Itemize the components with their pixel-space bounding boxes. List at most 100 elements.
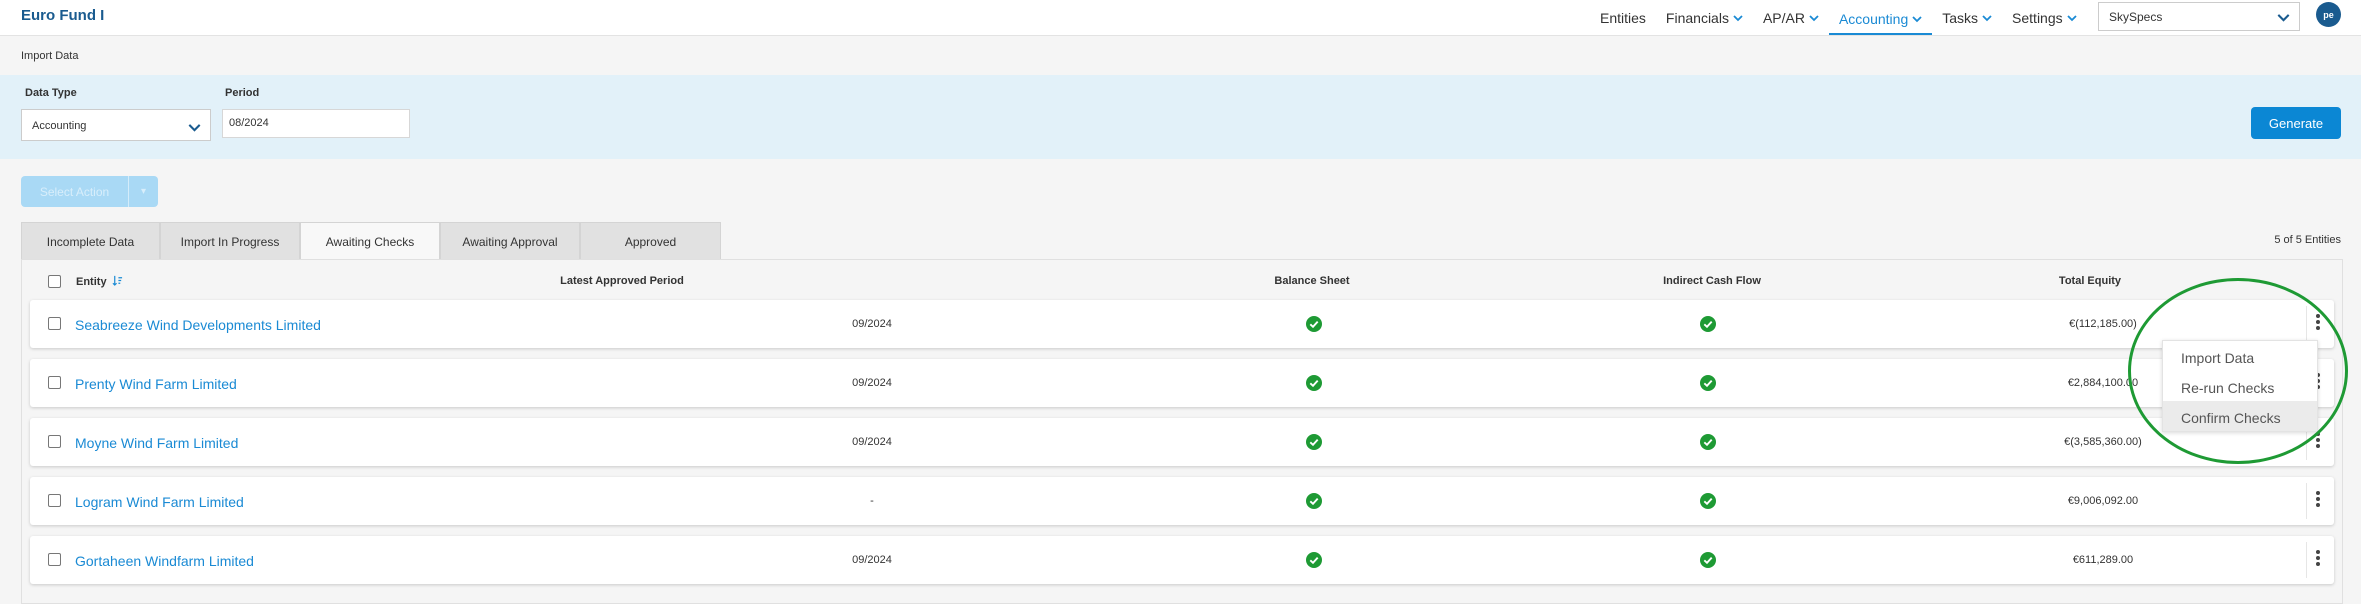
entity-link[interactable]: Seabreeze Wind Developments Limited bbox=[75, 317, 321, 333]
nav-tasks[interactable]: Tasks bbox=[1932, 0, 2002, 36]
latest-approved-period: 09/2024 bbox=[852, 554, 892, 566]
chevron-down-icon bbox=[1912, 15, 1922, 22]
status-tabs: Incomplete Data Import In Progress Await… bbox=[21, 222, 721, 260]
period-input[interactable]: 08/2024 bbox=[222, 109, 410, 138]
check-circle-icon bbox=[1700, 493, 1716, 509]
total-equity: €9,006,092.00 bbox=[2067, 495, 2139, 507]
nav-entities[interactable]: Entities bbox=[1590, 0, 1656, 36]
avatar[interactable]: pe bbox=[2316, 2, 2341, 27]
data-type-label: Data Type bbox=[25, 87, 77, 99]
check-circle-icon bbox=[1306, 375, 1322, 391]
more-actions-icon[interactable] bbox=[2311, 313, 2325, 335]
main-nav: Entities Financials AP/AR Accounting Tas… bbox=[1590, 0, 2087, 36]
entity-count: 5 of 5 Entities bbox=[2274, 234, 2341, 246]
nav-settings-label: Settings bbox=[2012, 10, 2063, 26]
column-header-entity-label: Entity bbox=[76, 276, 107, 288]
row-checkbox[interactable] bbox=[48, 494, 61, 507]
column-header-latest-approved-period: Latest Approved Period bbox=[560, 275, 684, 287]
data-type-select[interactable]: Accounting bbox=[21, 109, 211, 141]
more-actions-icon[interactable] bbox=[2311, 549, 2325, 571]
latest-approved-period: 09/2024 bbox=[852, 436, 892, 448]
menu-item-confirm-checks[interactable]: Confirm Checks bbox=[2163, 401, 2317, 431]
entity-link[interactable]: Gortaheen Windfarm Limited bbox=[75, 553, 254, 569]
column-header-balance-sheet: Balance Sheet bbox=[1274, 275, 1350, 287]
breadcrumb-label: Import Data bbox=[21, 50, 79, 62]
latest-approved-period: - bbox=[870, 495, 874, 507]
more-actions-icon[interactable] bbox=[2311, 431, 2325, 453]
chevron-down-icon bbox=[188, 124, 201, 132]
row-checkbox[interactable] bbox=[48, 376, 61, 389]
top-bar: Euro Fund I Entities Financials AP/AR Ac… bbox=[0, 0, 2361, 36]
chevron-down-icon bbox=[1809, 15, 1819, 22]
app-title[interactable]: Euro Fund I bbox=[21, 7, 104, 24]
table-row: Moyne Wind Farm Limited 09/2024 €(3,585,… bbox=[30, 418, 2334, 466]
tab-awaiting-approval[interactable]: Awaiting Approval bbox=[440, 222, 580, 260]
check-circle-icon bbox=[1700, 552, 1716, 568]
table-row: Logram Wind Farm Limited - €9,006,092.00 bbox=[30, 477, 2334, 525]
nav-apar[interactable]: AP/AR bbox=[1753, 0, 1829, 36]
period-label: Period bbox=[225, 87, 260, 99]
latest-approved-period: 09/2024 bbox=[852, 377, 892, 389]
total-equity: €(112,185.00) bbox=[2069, 318, 2137, 330]
divider bbox=[2306, 483, 2307, 519]
latest-approved-period: 09/2024 bbox=[852, 318, 892, 330]
divider bbox=[2306, 542, 2307, 578]
nav-entities-label: Entities bbox=[1600, 10, 1646, 26]
filter-panel: Data Type Accounting Period 08/2024 Gene… bbox=[0, 75, 2361, 159]
tab-awaiting-checks[interactable]: Awaiting Checks bbox=[300, 222, 440, 260]
select-action-label[interactable]: Select Action bbox=[21, 176, 128, 207]
row-actions-menu: Import Data Re-run Checks Confirm Checks bbox=[2162, 340, 2318, 432]
chevron-down-icon bbox=[1982, 15, 1992, 22]
nav-accounting-label: Accounting bbox=[1838, 10, 1909, 27]
select-all-checkbox[interactable] bbox=[48, 275, 61, 288]
check-circle-icon bbox=[1700, 434, 1716, 450]
table-row: Gortaheen Windfarm Limited 09/2024 €611,… bbox=[30, 536, 2334, 584]
row-checkbox[interactable] bbox=[48, 317, 61, 330]
tab-incomplete-data[interactable]: Incomplete Data bbox=[21, 222, 160, 260]
entity-link[interactable]: Moyne Wind Farm Limited bbox=[75, 435, 238, 451]
tab-import-in-progress[interactable]: Import In Progress bbox=[160, 222, 300, 260]
total-equity: €2,884,100.00 bbox=[2067, 377, 2139, 389]
nav-settings[interactable]: Settings bbox=[2002, 0, 2087, 36]
nav-financials-label: Financials bbox=[1665, 10, 1729, 26]
entities-table: Entity Latest Approved Period Balance Sh… bbox=[21, 259, 2343, 604]
column-header-entity[interactable]: Entity bbox=[76, 275, 123, 288]
company-select-value: SkySpecs bbox=[2109, 10, 2163, 24]
more-actions-icon[interactable] bbox=[2311, 490, 2325, 512]
menu-item-import-data[interactable]: Import Data bbox=[2163, 341, 2317, 371]
total-equity: €(3,585,360.00) bbox=[2064, 436, 2142, 448]
table-header: Entity Latest Approved Period Balance Sh… bbox=[22, 260, 2342, 299]
nav-accounting[interactable]: Accounting bbox=[1828, 2, 1933, 35]
nav-financials[interactable]: Financials bbox=[1656, 0, 1753, 36]
check-circle-icon bbox=[1700, 375, 1716, 391]
column-header-total-equity: Total Equity bbox=[2058, 275, 2122, 287]
caret-down-icon[interactable]: ▾ bbox=[128, 176, 158, 207]
chevron-down-icon bbox=[2277, 14, 2290, 22]
entity-link[interactable]: Logram Wind Farm Limited bbox=[75, 494, 244, 510]
select-action-dropdown[interactable]: Select Action ▾ bbox=[21, 176, 158, 207]
chevron-down-icon bbox=[1733, 15, 1743, 22]
tab-approved[interactable]: Approved bbox=[580, 222, 721, 260]
column-header-indirect-cash-flow: Indirect Cash Flow bbox=[1663, 275, 1761, 287]
check-circle-icon bbox=[1306, 493, 1322, 509]
row-checkbox[interactable] bbox=[48, 553, 61, 566]
company-select[interactable]: SkySpecs bbox=[2098, 2, 2300, 31]
row-checkbox[interactable] bbox=[48, 435, 61, 448]
check-circle-icon bbox=[1306, 552, 1322, 568]
generate-button[interactable]: Generate bbox=[2251, 107, 2341, 139]
entity-link[interactable]: Prenty Wind Farm Limited bbox=[75, 376, 237, 392]
nav-apar-label: AP/AR bbox=[1762, 10, 1805, 26]
total-equity: €611,289.00 bbox=[2072, 554, 2134, 566]
page-breadcrumb: Import Data bbox=[0, 36, 2361, 75]
divider bbox=[2306, 306, 2307, 342]
check-circle-icon bbox=[1306, 316, 1322, 332]
sort-icon[interactable] bbox=[112, 275, 123, 286]
chevron-down-icon bbox=[2067, 15, 2077, 22]
check-circle-icon bbox=[1306, 434, 1322, 450]
nav-tasks-label: Tasks bbox=[1942, 10, 1979, 26]
check-circle-icon bbox=[1700, 316, 1716, 332]
table-row: Prenty Wind Farm Limited 09/2024 €2,884,… bbox=[30, 359, 2334, 407]
table-row: Seabreeze Wind Developments Limited 09/2… bbox=[30, 300, 2334, 348]
data-type-value: Accounting bbox=[32, 120, 87, 132]
menu-item-rerun-checks[interactable]: Re-run Checks bbox=[2163, 371, 2317, 401]
